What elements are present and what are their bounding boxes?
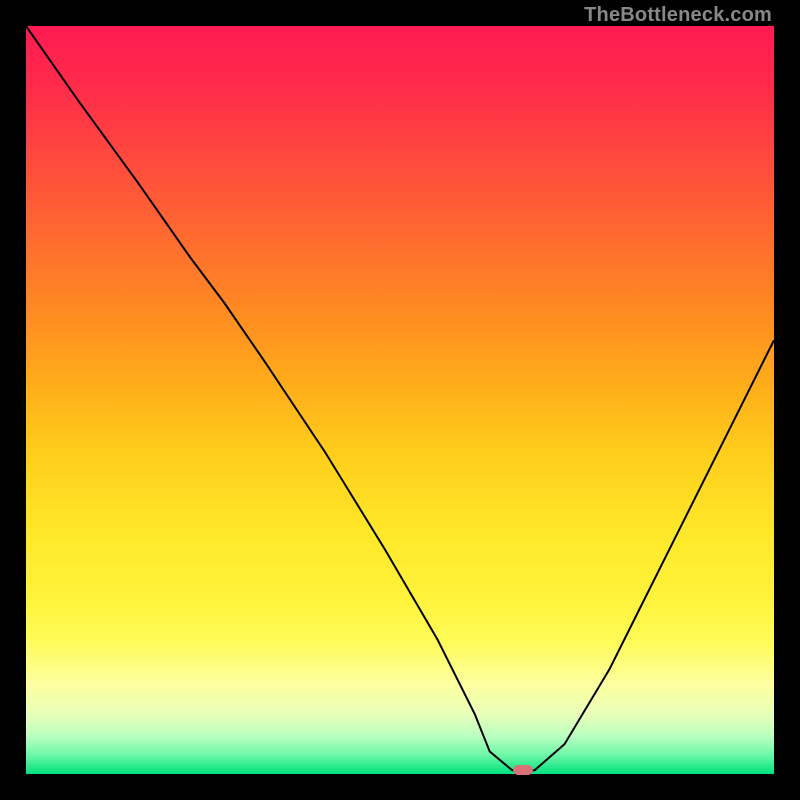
curve-line (26, 26, 774, 770)
chart-frame: TheBottleneck.com (0, 0, 800, 800)
bottleneck-curve (26, 26, 774, 774)
plot-area (26, 26, 774, 774)
optimal-marker (513, 765, 533, 775)
watermark-text: TheBottleneck.com (584, 4, 772, 27)
